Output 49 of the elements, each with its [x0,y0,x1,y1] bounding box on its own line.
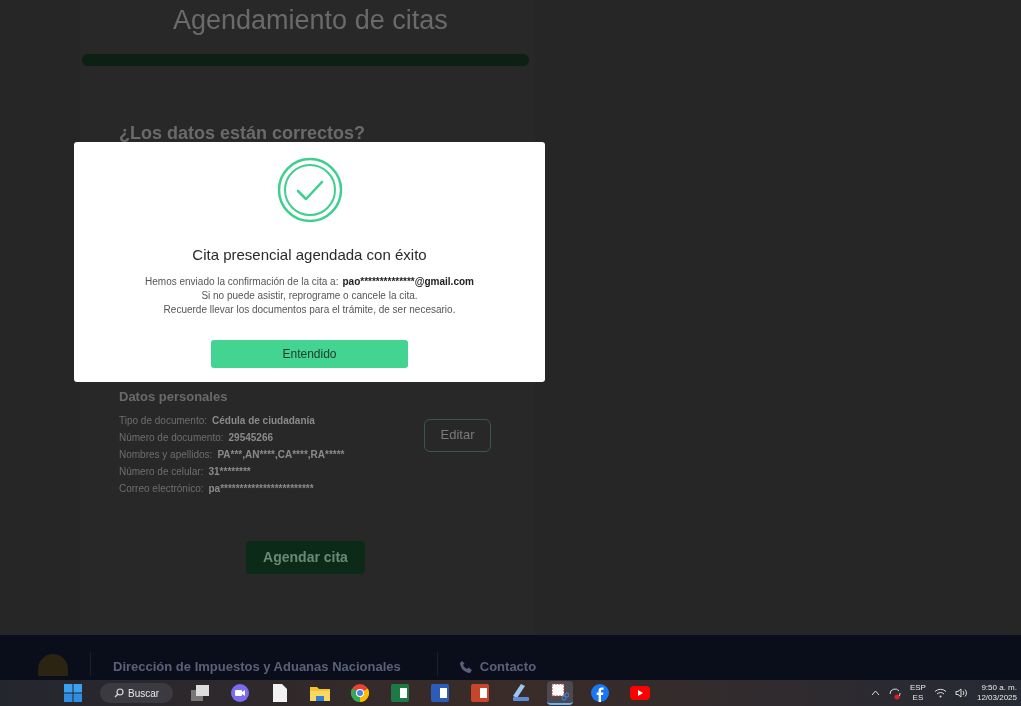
taskbar-app-button[interactable] [547,681,574,705]
organization-name: Dirección de Impuestos y Aduanas Nacionales [113,658,401,676]
field-value: pa************************ [208,481,314,496]
scissors-screen-icon [551,683,570,701]
stacked-windows-icon [191,685,210,701]
field-label: Tipo de documento: [119,413,208,428]
page-title: Agendamiento de citas [173,4,449,36]
question-heading: ¿Los datos están correctos? [119,122,367,145]
facebook-icon [591,684,610,702]
field-label: Correo electrónico: [119,481,204,496]
chevron-up-icon [870,690,880,696]
video-chat-icon [231,684,250,702]
wifi-icon [933,688,947,698]
search-box[interactable]: Buscar [100,683,174,703]
understood-button[interactable]: Entendido [211,339,408,368]
search-icon [114,688,124,698]
scanner-icon [511,684,530,702]
field-value: 31******** [208,464,251,479]
recipient-email: pao**************@gmail.com [342,274,474,289]
sync-alert-icon [887,686,902,700]
presentation-icon [471,684,490,702]
logo-icon [38,654,68,676]
check-circle-icon [276,157,343,223]
edit-button[interactable]: Editar [424,418,491,452]
field-value: 29545266 [228,430,273,445]
field-label: Número de celular: [119,464,204,479]
folder-icon [310,685,331,701]
field-value: Cédula de ciudadanía [212,413,315,428]
text-document-icon [431,684,450,702]
clock-date: 12/03/2025 [976,693,1017,703]
keyboard-layout-label[interactable]: ES [912,693,924,703]
field-label: Número de documento: [119,430,224,445]
schedule-button[interactable]: Agendar cita [246,540,365,574]
browser-icon [351,684,370,702]
clock-time: 9:50 a. m. [981,683,1017,693]
language-label[interactable]: ESP [909,683,926,693]
dialog-message: Si no puede asistir, reprograme o cancele la cita. [201,288,418,303]
field-label: Nombres y apellidos: [119,447,213,462]
confirmation-text: Hemos enviado la confirmación de la cita a: [145,274,339,289]
field-value: PA***,AN****,CA****,RA***** [217,447,345,462]
dialog-title: Cita presencial agendada con éxito [192,245,427,265]
video-play-icon [630,686,651,700]
dialog-message: Recuerde llevar los documentos para el trámite, de ser necesario. [163,302,456,317]
section-heading: Datos personales [119,388,229,406]
spreadsheet-icon [391,684,410,702]
phone-icon [459,661,472,673]
document-icon [273,684,288,702]
speaker-icon [954,688,969,698]
windows-logo-icon [64,684,82,702]
